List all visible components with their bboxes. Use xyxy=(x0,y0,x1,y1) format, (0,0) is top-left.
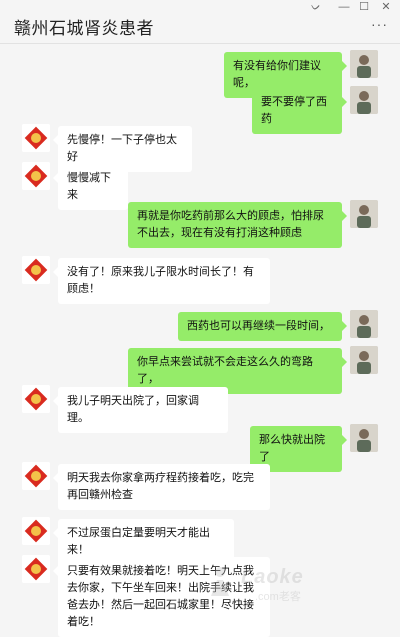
person-photo-icon xyxy=(350,50,378,78)
message-bubble-sent[interactable]: 要不要停了西药 xyxy=(252,88,347,134)
title-bar: 赣州石城肾炎患者 ᨆ — ☐ ✕ ··· xyxy=(0,0,400,44)
chat-area[interactable]: 有没有给你们建议呢， 要不要停了西药 先慢停！一下子停也太好 慢慢减下来 再就是… xyxy=(0,44,400,637)
message-bubble-received[interactable]: 我儿子明天出院了，回家调理。 xyxy=(53,387,228,433)
message-text: 慢慢减下来 xyxy=(67,172,111,201)
message-text: 西药也可以再继续一段时间， xyxy=(187,320,330,332)
self-avatar[interactable] xyxy=(350,50,378,78)
more-options-icon[interactable]: ··· xyxy=(371,16,388,32)
contact-avatar[interactable] xyxy=(22,517,50,545)
minimize-icon[interactable]: — xyxy=(334,0,354,14)
message-text: 明天我去你家拿两疗程药接着吃，吃完再回赣州检查 xyxy=(67,472,254,501)
pin-icon[interactable]: ᨆ xyxy=(306,0,326,14)
fu-charm-icon xyxy=(22,555,50,583)
contact-avatar[interactable] xyxy=(22,555,50,583)
contact-avatar[interactable] xyxy=(22,162,50,190)
person-photo-icon xyxy=(350,310,378,338)
fu-charm-icon xyxy=(22,462,50,490)
fu-charm-icon xyxy=(22,256,50,284)
message-bubble-received[interactable]: 明天我去你家拿两疗程药接着吃，吃完再回赣州检查 xyxy=(53,464,270,510)
self-avatar[interactable] xyxy=(350,86,378,114)
fu-charm-icon xyxy=(22,517,50,545)
self-avatar[interactable] xyxy=(350,424,378,452)
contact-avatar[interactable] xyxy=(22,385,50,413)
message-bubble-received[interactable]: 慢慢减下来 xyxy=(53,164,128,210)
self-avatar[interactable] xyxy=(350,346,378,374)
person-photo-icon xyxy=(350,86,378,114)
message-text: 不过尿蛋白定量要明天才能出来！ xyxy=(67,527,210,556)
fu-charm-icon xyxy=(22,162,50,190)
message-text: 那么快就出院了 xyxy=(259,434,325,463)
contact-avatar[interactable] xyxy=(22,462,50,490)
message-bubble-sent[interactable]: 西药也可以再继续一段时间， xyxy=(178,312,347,341)
contact-avatar[interactable] xyxy=(22,256,50,284)
message-text: 我儿子明天出院了，回家调理。 xyxy=(67,395,199,424)
fu-charm-icon xyxy=(22,124,50,152)
message-text: 有没有给你们建议呢， xyxy=(233,60,321,89)
chat-title: 赣州石城肾炎患者 xyxy=(14,19,154,38)
watermark: Laoke .com老客 xyxy=(205,564,355,604)
person-photo-icon xyxy=(350,200,378,228)
fu-charm-icon xyxy=(22,385,50,413)
maximize-icon[interactable]: ☐ xyxy=(354,0,374,14)
self-avatar[interactable] xyxy=(350,310,378,338)
contact-avatar[interactable] xyxy=(22,124,50,152)
person-photo-icon xyxy=(350,424,378,452)
close-icon[interactable]: ✕ xyxy=(376,0,396,14)
message-text: 没有了！原来我儿子限水时间长了！有顾虑！ xyxy=(67,266,254,295)
message-bubble-received[interactable]: 没有了！原来我儿子限水时间长了！有顾虑！ xyxy=(53,258,270,304)
watermark-text: Laoke xyxy=(241,566,304,588)
person-photo-icon xyxy=(350,346,378,374)
watermark-logo-icon xyxy=(211,567,229,596)
self-avatar[interactable] xyxy=(350,200,378,228)
message-text: 你早点来尝试就不会走这么久的弯路了， xyxy=(137,356,313,385)
message-text: 再就是你吃药前那么大的顾虑，怕排尿不出去，现在有没有打消这种顾虑 xyxy=(137,210,324,239)
message-text: 先慢停！一下子停也太好 xyxy=(67,134,177,163)
watermark-subtext: .com老客 xyxy=(255,591,301,603)
message-text: 要不要停了西药 xyxy=(261,96,327,125)
message-bubble-sent[interactable]: 再就是你吃药前那么大的顾虑，怕排尿不出去，现在有没有打消这种顾虑 xyxy=(128,202,347,248)
